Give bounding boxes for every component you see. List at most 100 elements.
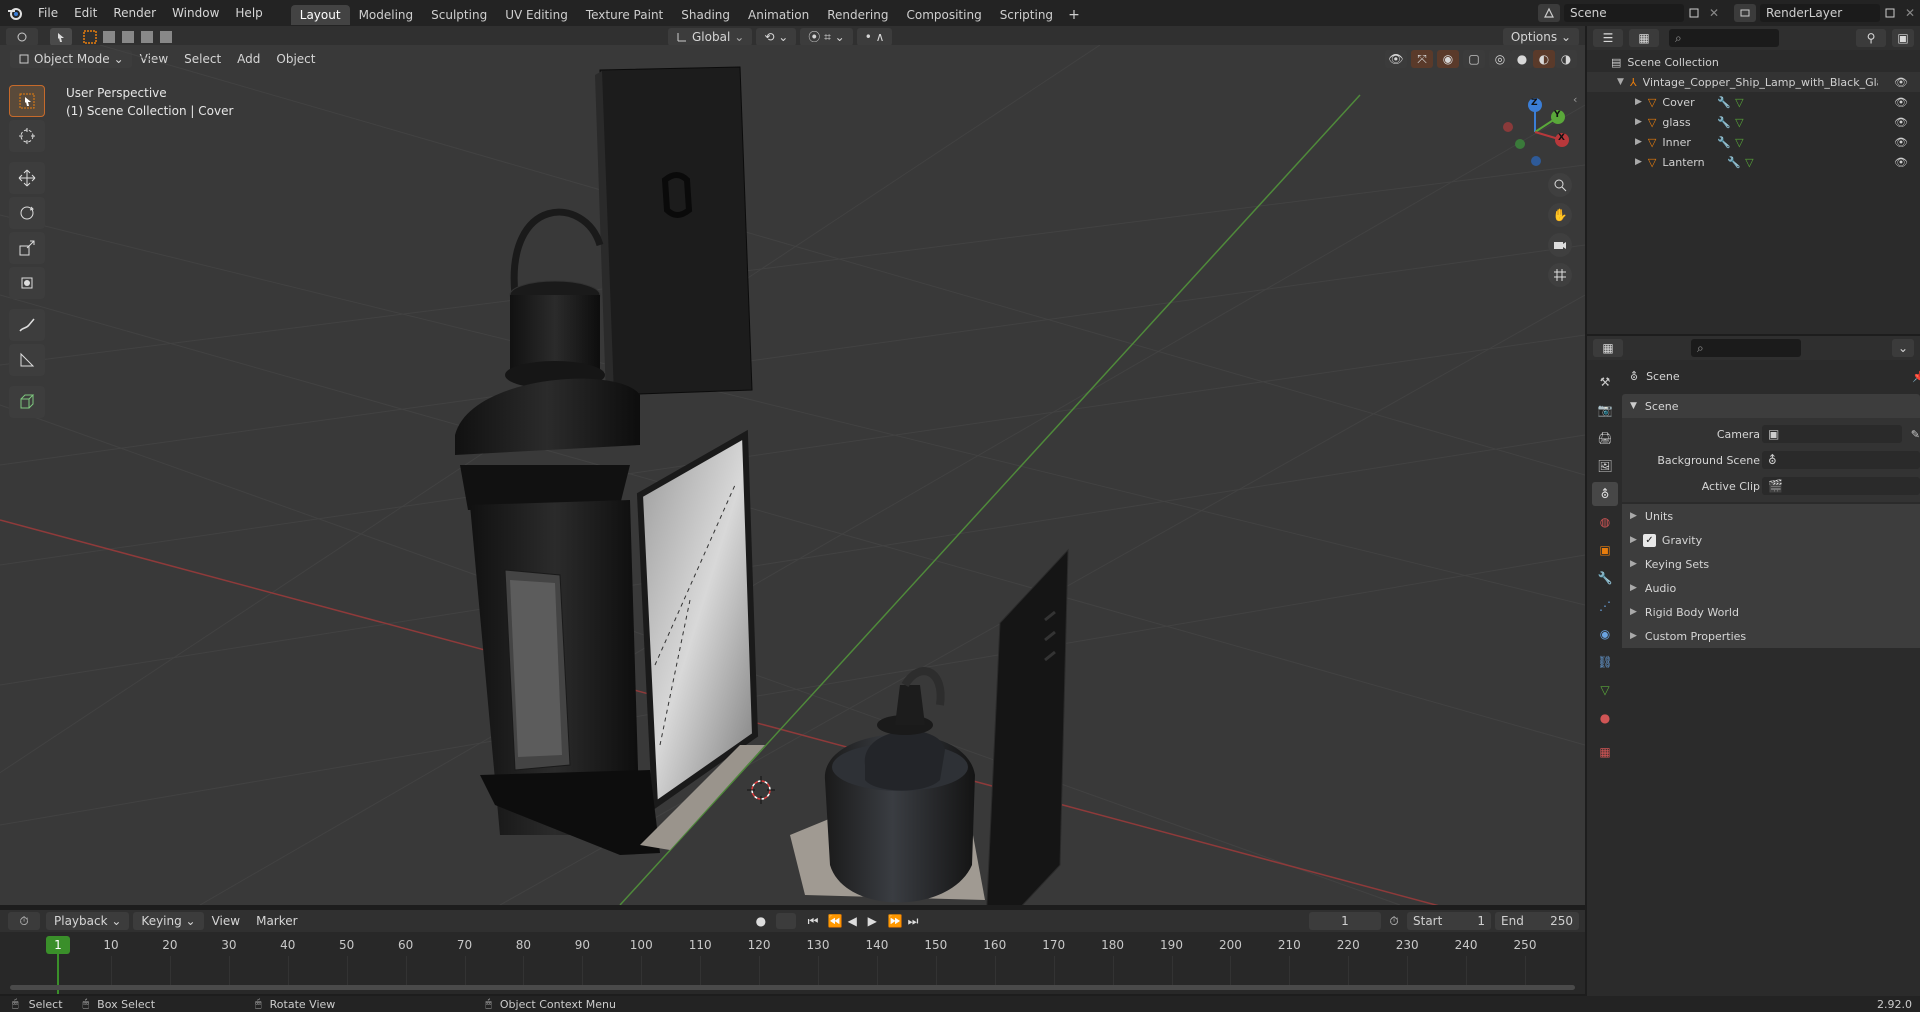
keying-sets-panel-header[interactable]: ▶ Keying Sets — [1622, 552, 1920, 576]
snap-dropdown[interactable]: ⦿ ⌗ ⌄ — [800, 28, 853, 46]
visibility-eye-icon[interactable]: 👁 — [1894, 96, 1908, 109]
outliner-editor-type-icon[interactable]: ☰ — [1593, 29, 1623, 47]
scene-selector-icon[interactable] — [1538, 4, 1560, 22]
tab-world[interactable]: ◍ — [1592, 510, 1618, 534]
pin-icon[interactable]: 📌 — [1912, 370, 1920, 383]
playback-dropdown[interactable]: Playback ⌄ — [46, 912, 130, 930]
tab-compositing[interactable]: Compositing — [897, 5, 990, 25]
jump-start-button[interactable]: ⏮ — [808, 914, 828, 929]
jump-next-keyframe-button[interactable]: ⏩ — [888, 914, 908, 928]
tab-animation[interactable]: Animation — [739, 5, 818, 25]
visibility-eye-icon[interactable]: 👁 — [1894, 76, 1908, 89]
outliner-row-scene-collection[interactable]: ▤ Scene Collection — [1587, 52, 1920, 72]
rotate-tool[interactable] — [9, 197, 45, 229]
expand-arrow-icon[interactable]: ▶ — [1635, 117, 1642, 127]
timeline-scrollbar[interactable] — [10, 985, 1575, 990]
properties-options-icon[interactable]: ⌄ — [1892, 339, 1914, 357]
frame-ruler[interactable]: 10 20 30 40 50 60 70 80 90 100 110 120 130 140 150 160 1… — [0, 932, 1585, 990]
new-view-layer-icon[interactable] — [1880, 7, 1900, 19]
gravity-checkbox[interactable]: ✓ — [1642, 533, 1656, 547]
outliner-row-glass[interactable]: ▶ ▽ glass 🔧 ▽ 👁 — [1587, 112, 1920, 132]
proportional-edit-toggle[interactable]: • ∧ — [856, 28, 893, 46]
camera-view-button[interactable] — [1548, 233, 1572, 257]
add-workspace-button[interactable]: + — [1062, 5, 1086, 25]
zoom-view-button[interactable] — [1548, 173, 1572, 197]
select-mode-set-icon[interactable] — [82, 29, 174, 45]
outliner-row-inner[interactable]: ▶ ▽ Inner 🔧 ▽ 👁 — [1587, 132, 1920, 152]
move-tool[interactable] — [9, 162, 45, 194]
tab-scripting[interactable]: Scripting — [991, 5, 1062, 25]
properties-editor-type-icon[interactable]: ▦ — [1593, 339, 1623, 357]
tab-particles[interactable]: ⋰ — [1592, 594, 1618, 618]
scene-name-field[interactable]: Scene — [1564, 4, 1684, 22]
tab-output[interactable]: 🖨 — [1592, 426, 1618, 450]
tab-scene[interactable]: ⛢ — [1592, 482, 1618, 506]
visibility-eye-icon[interactable]: 👁 — [1894, 136, 1908, 149]
tab-rendering[interactable]: Rendering — [818, 5, 897, 25]
ortho-toggle-button[interactable] — [1548, 263, 1572, 287]
gravity-panel-header[interactable]: ▶ ✓ Gravity — [1622, 528, 1920, 552]
tab-tool[interactable]: ⚒ — [1592, 370, 1618, 394]
outliner-display-mode-icon[interactable]: ▦ — [1629, 29, 1659, 47]
start-frame-field[interactable]: Start 1 — [1407, 912, 1491, 930]
sidebar-toggle-icon[interactable]: ‹ — [1573, 93, 1577, 106]
outliner-row-cover[interactable]: ▶ ▽ Cover 🔧 ▽ 👁 — [1587, 92, 1920, 112]
scale-tool[interactable] — [9, 232, 45, 264]
add-cube-tool[interactable] — [9, 386, 45, 418]
tab-texture-paint[interactable]: Texture Paint — [577, 5, 672, 25]
tab-constraints[interactable]: ⛓ — [1592, 650, 1618, 674]
expand-arrow-icon[interactable]: ▶ — [1635, 157, 1642, 167]
menu-edit[interactable]: Edit — [66, 0, 105, 26]
pan-view-button[interactable]: ✋ — [1548, 203, 1572, 227]
tab-texture[interactable]: ▦ — [1592, 740, 1618, 764]
menu-render[interactable]: Render — [105, 0, 164, 26]
timeline-menu-view[interactable]: View — [204, 914, 248, 928]
record-button[interactable]: ● — [756, 914, 776, 928]
new-collection-icon[interactable]: ▣ — [1892, 29, 1914, 47]
rigid-body-world-panel-header[interactable]: ▶ Rigid Body World — [1622, 600, 1920, 624]
annotate-tool[interactable] — [9, 309, 45, 341]
tab-modeling[interactable]: Modeling — [350, 5, 423, 25]
options-dropdown[interactable]: Options ⌄ — [1502, 28, 1579, 46]
camera-field[interactable]: ▣ — [1762, 425, 1902, 443]
audio-panel-header[interactable]: ▶ Audio — [1622, 576, 1920, 600]
outliner-row-lantern[interactable]: ▶ ▽ Lantern 🔧 ▽ 👁 — [1587, 152, 1920, 172]
play-reverse-button[interactable]: ◀ — [848, 914, 868, 928]
units-panel-header[interactable]: ▶ Units — [1622, 504, 1920, 528]
background-scene-field[interactable]: ⛢ — [1762, 451, 1920, 469]
tab-sculpting[interactable]: Sculpting — [422, 5, 496, 25]
tab-modifiers[interactable]: 🔧 — [1592, 566, 1618, 590]
expand-arrow-icon[interactable]: ▶ — [1635, 137, 1642, 147]
transform-tool[interactable] — [9, 267, 45, 299]
3d-viewport[interactable]: Object Mode ⌄ View Select Add Object 👁 ⤧… — [0, 45, 1585, 905]
tab-render[interactable]: 📷 — [1592, 398, 1618, 422]
jump-end-button[interactable]: ⏭ — [908, 914, 928, 929]
current-frame-field[interactable]: 1 — [1309, 912, 1381, 930]
tab-data[interactable]: ▽ — [1592, 678, 1618, 702]
timeline-editor-type-icon[interactable]: ⏱ — [8, 912, 40, 930]
menu-file[interactable]: File — [30, 0, 66, 26]
expand-arrow-icon[interactable]: ▶ — [1635, 97, 1642, 107]
transform-orientation-dropdown[interactable]: Global ⌄ — [668, 28, 753, 46]
view-layer-selector-icon[interactable] — [1734, 4, 1756, 22]
visibility-eye-icon[interactable]: 👁 — [1894, 116, 1908, 129]
view-layer-field[interactable]: RenderLayer — [1760, 4, 1880, 22]
cursor-tool[interactable] — [9, 120, 45, 152]
tab-material[interactable]: ● — [1592, 706, 1618, 730]
tab-view-layer[interactable]: 🖼 — [1592, 454, 1618, 478]
outliner-search-input[interactable]: ⌕ — [1669, 29, 1779, 47]
scene-panel-header[interactable]: ▼ Scene — [1622, 394, 1920, 418]
tab-shading[interactable]: Shading — [672, 5, 739, 25]
delete-scene-icon[interactable]: ✕ — [1704, 6, 1724, 20]
tab-object[interactable]: ▣ — [1592, 538, 1618, 562]
blender-logo-icon[interactable] — [0, 5, 30, 21]
menu-window[interactable]: Window — [164, 0, 227, 26]
new-scene-icon[interactable] — [1684, 7, 1704, 19]
eyedropper-icon[interactable]: ✎ — [1911, 428, 1920, 441]
outliner-row-lamp-collection[interactable]: ▼ ⅄ Vintage_Copper_Ship_Lamp_with_Black_… — [1587, 72, 1920, 92]
filter-icon[interactable]: ⚲ — [1856, 29, 1886, 47]
expand-arrow-icon[interactable]: ▼ — [1617, 77, 1624, 87]
editor-type-icon[interactable] — [6, 28, 38, 46]
tab-physics[interactable]: ◉ — [1592, 622, 1618, 646]
playhead[interactable]: 1 — [46, 936, 70, 954]
